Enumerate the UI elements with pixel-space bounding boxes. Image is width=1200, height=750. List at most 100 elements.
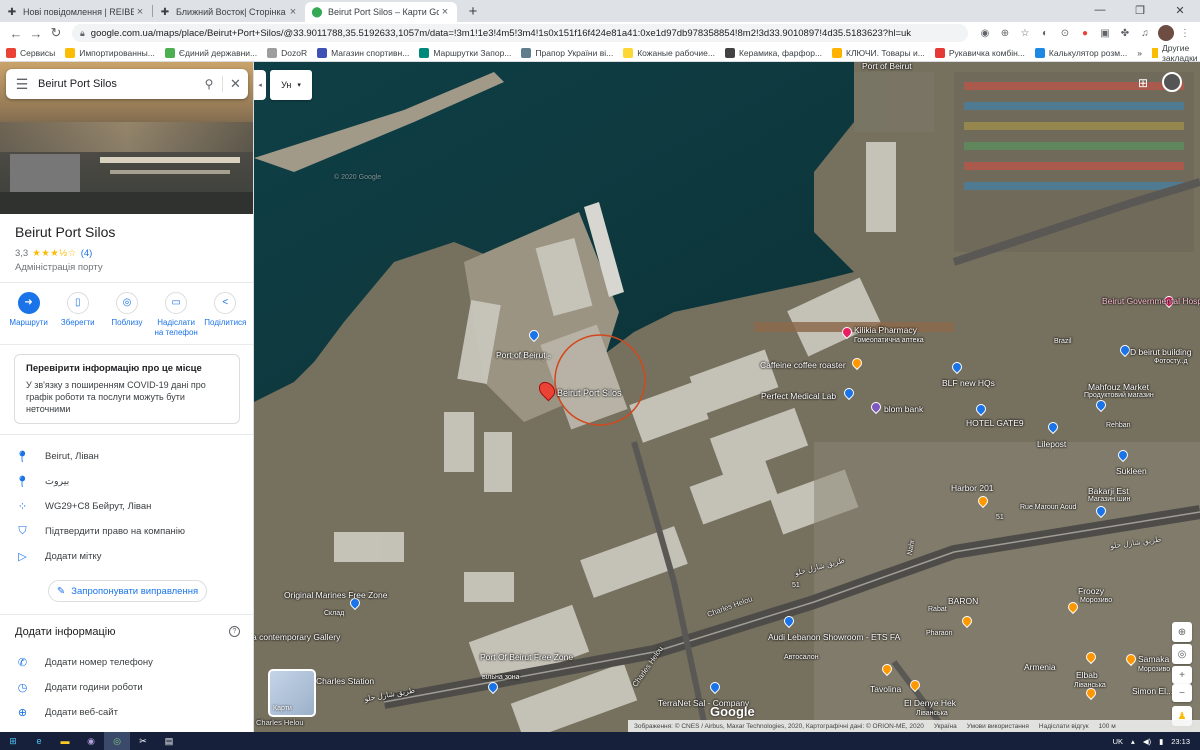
minimize-button[interactable]: — [1080,0,1120,20]
extension-icon[interactable]: ⊙ [1056,24,1074,42]
save-button[interactable]: ▯ Зберегти [55,292,101,338]
bookmark-item[interactable]: Керамика, фарфор... [724,47,822,58]
bookmark-item[interactable]: DozoR [267,47,307,58]
region-link[interactable]: Україна [934,723,957,730]
tray-arrow-icon[interactable]: ▴ [1131,737,1135,746]
bookmark-item[interactable]: Калькулятор розм... [1034,47,1127,58]
map-label-port-top[interactable]: Port of Beirut [862,62,912,71]
bookmark-item[interactable]: Рукавичка комбін... [934,47,1025,58]
map-layer-toggle[interactable]: Карти [268,669,316,717]
opera-extension-icon[interactable]: ● [1076,24,1094,42]
back-button[interactable]: ← [6,26,26,41]
satellite-map[interactable]: ◂ Ун ▾ ⊞ © 2020 Google © 2020 Google Por… [254,62,1200,732]
menu-kebab-icon[interactable]: ⋮ [1176,24,1194,42]
add-phone-row[interactable]: ✆ Додати номер телефону [0,651,253,673]
profile-avatar[interactable] [1158,25,1174,41]
extension-icon[interactable]: ◐ [1036,24,1054,42]
local-address-row[interactable]: 📍︎ بيروت [0,470,253,492]
add-website-row[interactable]: ⊕ Додати веб-сайт [0,701,253,723]
tab-blizhniy-vostok[interactable]: ✚ Ближний Восток| Сторінка 1688 × [153,2,305,22]
close-window-button[interactable]: ✕ [1160,0,1200,20]
map-label-contemporary-gallery[interactable]: a contemporary Gallery [254,632,340,642]
map-label-harbor[interactable]: Harbor 201 [951,483,994,493]
map-label-original-marines[interactable]: Original Marines Free Zone [284,590,387,600]
map-label-el-denye[interactable]: El Denye Hek [904,698,956,708]
hamburger-menu-icon[interactable]: ☰ [6,76,38,93]
address-bar[interactable]: 🔒︎ google.com.ua/maps/place/Beirut+Port+… [72,24,968,42]
help-icon[interactable]: ? [229,626,240,637]
location-icon[interactable]: ◉ [976,24,994,42]
map-label-perfect-medical[interactable]: Perfect Medical Lab [761,391,836,401]
my-location-button[interactable]: ◎ [1172,644,1192,664]
bookmark-item[interactable]: Єдиний державни... [164,47,257,58]
zoom-icon[interactable]: ⊕ [996,24,1014,42]
terms-link[interactable]: Умови використання [967,723,1029,730]
map-label-samaka[interactable]: Samaka [1138,654,1169,664]
map-label-baron[interactable]: BARON [948,596,978,606]
map-label-silos[interactable]: Beirut Port Silos [557,388,622,398]
collapse-panel-button[interactable]: ◂ [254,70,266,100]
new-tab-button[interactable]: + [463,1,483,21]
forward-button[interactable]: → [26,26,46,41]
explorer-folder-icon[interactable]: ▬ [52,732,78,750]
map-label-charles-station[interactable]: Charles Station [316,676,374,686]
other-bookmarks[interactable]: Другие закладки [1162,43,1200,63]
map-label-audi[interactable]: Audi Lebanon Showroom - ETS FA [768,632,900,642]
send-to-phone-button[interactable]: ▭ Надіслати на телефон [153,292,199,338]
map-label-kilikia[interactable]: Kilikia Pharmacy [854,325,917,335]
volume-icon[interactable]: ◀) [1143,737,1151,746]
zoom-in-button[interactable]: + [1172,666,1192,684]
chrome-icon[interactable]: ◎ [104,732,130,750]
search-icon[interactable]: ⚲ [196,77,222,91]
map-label-sukleen[interactable]: Sukleen [1116,466,1147,476]
map-label-froozy[interactable]: Froozy [1078,586,1104,596]
bookmark-item[interactable]: Прапор України ві... [521,47,613,58]
directions-button[interactable]: ➜ Маршрути [6,292,52,338]
map-label-tavolina[interactable]: Tavolina [870,684,901,694]
reload-button[interactable]: ↻ [46,25,66,41]
media-icon[interactable]: ♫ [1136,24,1154,42]
feedback-link[interactable]: Надіслати відгук [1039,723,1089,730]
add-hours-row[interactable]: ◷ Додати години роботи [0,676,253,698]
plus-code-row[interactable]: ⁘ WG29+C8 Бейрут, Ліван [0,495,253,517]
suggest-edit-button[interactable]: ✎ Запропонувати виправлення [48,580,207,602]
star-icon[interactable]: ☆ [1016,24,1034,42]
bookmark-item[interactable]: Импортированны... [65,47,155,58]
globe-view-button[interactable]: ⊕ [1172,622,1192,642]
close-icon[interactable]: × [439,6,451,18]
bookmark-item[interactable]: Сервисы [6,47,55,58]
map-label-mahfouz[interactable]: Mahfouz Market [1088,382,1149,392]
close-icon[interactable]: ✕ [222,76,248,92]
claim-business-row[interactable]: ⛉ Підтвердити право на компанію [0,520,253,542]
clock[interactable]: 23:13 [1171,737,1190,746]
language-button[interactable]: Ун ▾ [270,70,312,100]
map-label-blom-bank[interactable]: blom bank [884,404,923,414]
map-label-port-of-beirut[interactable]: Port of Beirut [496,350,546,360]
nearby-button[interactable]: ◎ Поблизу [104,292,150,338]
search-input[interactable] [38,78,196,90]
pinned-app-icon[interactable]: ✂ [130,732,156,750]
place-category[interactable]: Адміністрація порту [15,262,103,273]
ie-icon[interactable]: e [26,732,52,750]
share-button[interactable]: < Поділитися [202,292,248,338]
apps-grid-icon[interactable]: ⊞ [1138,76,1152,90]
close-icon[interactable]: × [134,6,146,18]
tab-google-maps[interactable]: ⬤ Beirut Port Silos – Карти Google × [305,2,457,22]
network-icon[interactable]: ▮ [1159,737,1163,746]
map-label-caffeine[interactable]: Caffeine coffee roaster [760,360,846,370]
zoom-out-button[interactable]: − [1172,684,1192,702]
maximize-button[interactable]: ❐ [1120,0,1160,20]
close-icon[interactable]: × [287,6,299,18]
map-label-hotel-gate9[interactable]: HOTEL GATE9 [966,418,1024,428]
map-label-lilepost[interactable]: Lilepost [1037,439,1066,449]
map-label-simon[interactable]: Simon El... [1132,686,1173,696]
avatar[interactable] [1162,72,1182,92]
viber-icon[interactable]: ◉ [78,732,104,750]
bookmark-item[interactable]: КЛЮЧИ. Товары и... [832,47,925,58]
bookmark-item[interactable]: Магазин спортивн... [317,47,409,58]
map-label-elbab[interactable]: Elbab [1076,670,1098,680]
map-label-port-free-zone[interactable]: Port Of Beirut Free Zone [480,652,573,662]
map-label-blf[interactable]: BLF new HQs [942,378,995,388]
address-row[interactable]: 📍︎ Beirut, Ліван [0,445,253,467]
scale-bar[interactable]: 100 м [1099,723,1116,730]
